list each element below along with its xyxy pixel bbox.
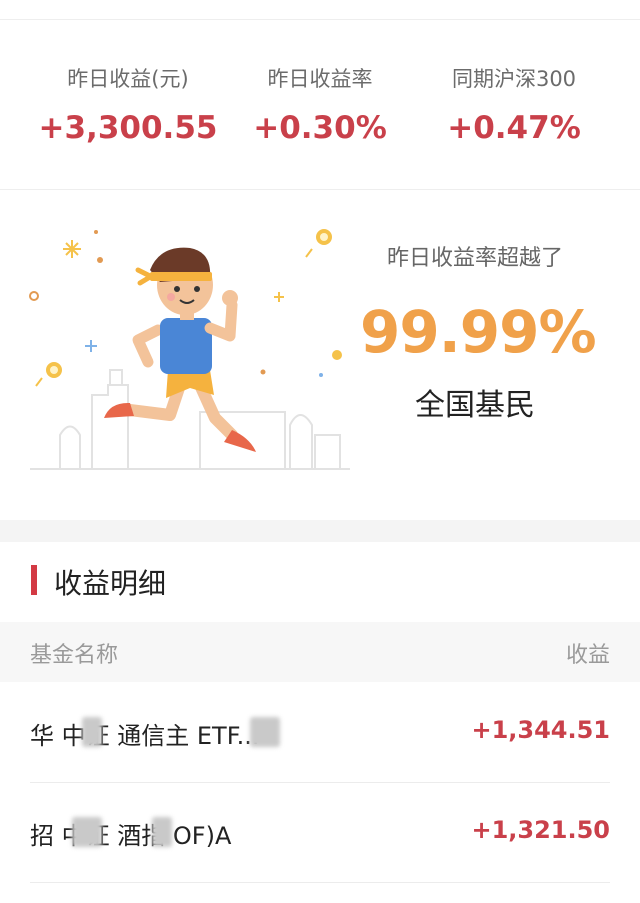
row-divider: [30, 882, 610, 883]
beat-description: 全国基民: [415, 388, 535, 423]
summary-stats: 昨日收益(元) +3,300.55 昨日收益率 +0.30% 同期沪深300 +…: [0, 20, 640, 190]
redaction-blur: [82, 717, 102, 747]
stat-label: 昨日收益(元): [67, 67, 189, 91]
ranking-banner: 昨日收益率超越了 99.99% 全国基民: [0, 190, 640, 520]
detail-title: 收益明细: [54, 567, 167, 600]
beat-subtitle: 昨日收益率超越了: [386, 246, 563, 271]
title-accent-bar: [31, 565, 37, 595]
stat-value: +0.30%: [253, 110, 387, 146]
redaction-blur: [250, 717, 280, 747]
redaction-blur: [72, 817, 102, 847]
fund-name: 华 中证 通信主 ETF...: [30, 722, 260, 750]
beat-percentage: 99.99%: [360, 298, 597, 366]
detail-header: 收益明细: [0, 542, 640, 622]
table-row[interactable]: 华 中证 通信主 ETF... +1,344.51: [0, 683, 640, 783]
table-row[interactable]: 招 中证 酒指 OF)A +1,321.50: [0, 783, 640, 883]
stat-label: 同期沪深300: [451, 67, 577, 91]
fund-gain: +1,344.51: [471, 716, 610, 744]
redaction-blur: [152, 817, 172, 847]
column-gain: 收益: [565, 643, 610, 668]
stat-value: +3,300.55: [38, 110, 218, 146]
section-gap: [0, 520, 640, 542]
fund-name: 招 中证 酒指 OF)A: [30, 822, 232, 850]
running-man-illustration: [29, 229, 350, 470]
table-header: 基金名称 收益: [0, 622, 640, 682]
column-fund-name: 基金名称: [30, 643, 119, 668]
fund-gain: +1,321.50: [471, 816, 610, 844]
stat-yesterday-rate[interactable]: 昨日收益率 +0.30%: [220, 64, 420, 148]
stat-yesterday-gain[interactable]: 昨日收益(元) +3,300.55: [28, 64, 228, 148]
stat-hs300[interactable]: 同期沪深300 +0.47%: [414, 64, 614, 148]
stat-value: +0.47%: [447, 110, 581, 146]
stat-label: 昨日收益率: [267, 67, 373, 91]
